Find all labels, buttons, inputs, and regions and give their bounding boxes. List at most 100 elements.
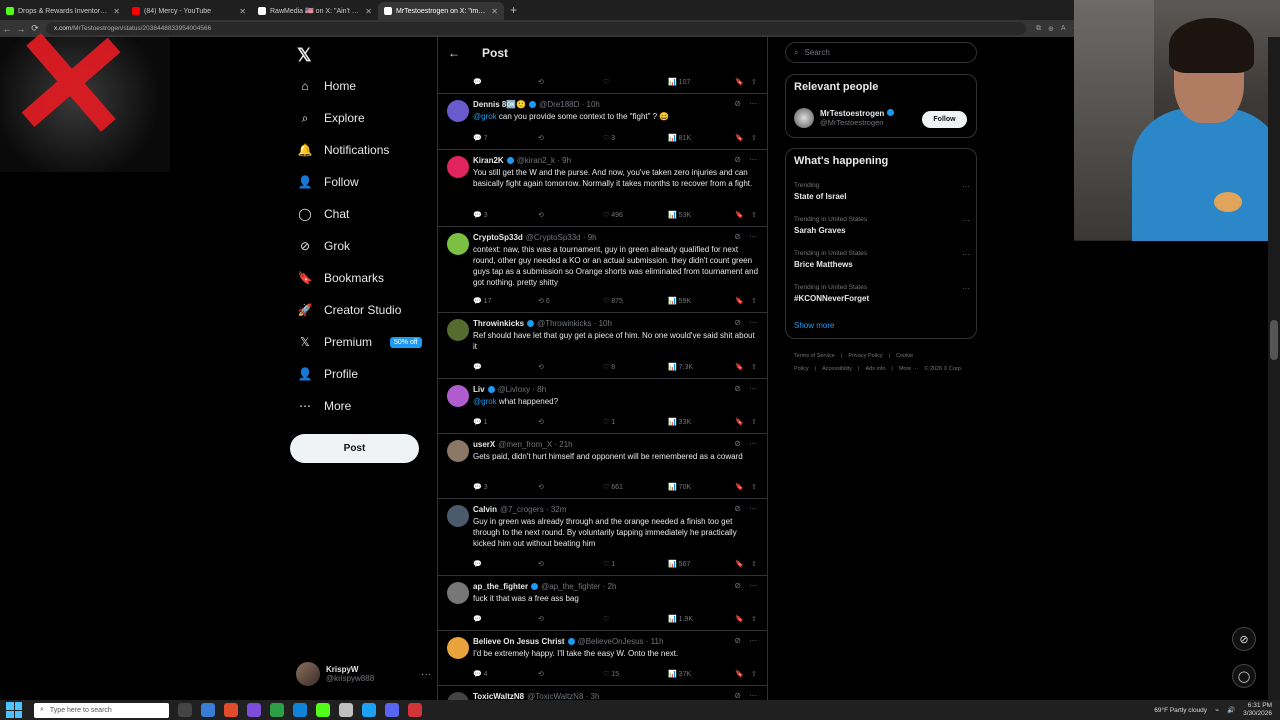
grok-icon[interactable]: ⊘ [734,439,741,448]
sidebar-item-profile[interactable]: 👤 Profile [298,363,358,385]
share-icon[interactable]: ⇧ [751,134,757,142]
repost-icon[interactable]: ⟲ [538,483,544,491]
tweet-author-name[interactable]: Dennis 8🆗🙂 [473,100,526,109]
share-icon[interactable]: ⇧ [751,483,757,491]
sidebar-item-grok[interactable]: ⊘ Grok [298,235,350,257]
sidebar-item-follow[interactable]: 👤 Follow [298,171,359,193]
repost-icon[interactable]: ⟲ [538,615,544,623]
grok-icon[interactable]: ⊘ [734,384,741,393]
avatar[interactable] [447,505,469,527]
repost-icon[interactable]: ⟲ [538,670,544,678]
reply-icon[interactable]: 💬 3 [473,483,488,491]
tweet-author-name[interactable]: userX [473,440,495,449]
taskbar-app-icon[interactable] [339,703,353,717]
views-icon[interactable]: 📊 59K [668,297,691,305]
tweet-reply[interactable]: Liv @Livloxy · 8h ⊘ ··· @grok what happened?… [438,379,767,434]
mention-link[interactable]: @grok [473,397,497,406]
tab-close-icon[interactable]: ✕ [491,7,498,16]
grok-icon[interactable]: ⊘ [734,155,741,164]
more-dots-icon[interactable]: ··· [962,250,970,259]
share-icon[interactable]: ⇧ [751,615,757,623]
more-dots-icon[interactable]: ··· [749,384,757,393]
footer-link[interactable]: Ads info [866,366,886,372]
avatar[interactable] [447,385,469,407]
browser-tab[interactable]: RawMedia 🇺🇸 on X: "Ain't no way ✕ [252,2,378,20]
clock[interactable]: 6:31 PM 3/30/2026 [1243,702,1272,718]
bookmark-icon[interactable]: 🔖 [735,483,744,491]
avatar[interactable] [447,233,469,255]
more-dots-icon[interactable]: ··· [749,99,757,108]
tweet-author-name[interactable]: CryptoSp33d [473,233,523,242]
install-icon[interactable]: ⧉ [1036,25,1041,33]
footer-link[interactable]: Accessibility [822,366,852,372]
avatar[interactable] [447,440,469,462]
repost-icon[interactable]: ⟲ [538,363,544,371]
browser-tab[interactable]: MrTestoestrogen on X: "imagine t✕ [378,2,504,20]
bookmark-icon[interactable]: 🔖 [735,560,744,568]
more-dots-icon[interactable]: ··· [749,318,757,327]
post-button[interactable]: Post [290,434,419,463]
repost-icon[interactable]: ⟲ [538,560,544,568]
more-dots-icon[interactable]: ··· [749,636,757,645]
like-icon[interactable]: ♡ 1 [603,560,615,568]
views-icon[interactable]: 📊 1.9K [668,615,693,623]
sidebar-item-notifications[interactable]: 🔔 Notifications [298,139,390,161]
taskbar-app-icon[interactable] [316,703,330,717]
like-icon[interactable]: ♡ 661 [603,483,623,491]
browser-tab[interactable]: (84) Mercy - YouTube ✕ [126,2,252,20]
grok-icon[interactable]: ⊘ [734,691,741,700]
bookmark-icon[interactable]: 🔖 [735,134,744,142]
weather-text[interactable]: 69°F Partly cloudy [1154,707,1207,714]
sidebar-item-chat[interactable]: ◯ Chat [298,203,349,225]
tweet-reply[interactable]: CryptoSp33d @CryptoSp33d · 9h ⊘ ··· context:… [438,227,767,313]
tweet-author-name[interactable]: Throwinkicks [473,319,524,328]
sidebar-item-bookmarks[interactable]: 🔖 Bookmarks [298,267,385,289]
views-icon[interactable]: 📊 37K [668,670,691,678]
page-scrollbar[interactable] [1268,37,1280,700]
scrollbar-thumb[interactable] [1270,320,1278,360]
like-icon[interactable]: ♡ 15 [603,670,619,678]
more-dots-icon[interactable]: ··· [421,669,431,680]
bookmark-icon[interactable]: 🔖 [735,211,744,219]
chat-float-icon[interactable]: ◯ [1232,664,1256,688]
sidebar-item-more[interactable]: ⋯ More [298,395,351,417]
more-dots-icon[interactable]: ··· [749,439,757,448]
grok-icon[interactable]: ⊘ [734,232,741,241]
mention-link[interactable]: @grok [473,112,497,121]
reply-icon[interactable]: 💬 3 [473,211,488,219]
like-icon[interactable]: ♡ 875 [603,297,623,305]
tweet-reply[interactable]: ap_the_fighter @ap_the_fighter · 2h ⊘ ··· fu… [438,576,767,631]
like-icon[interactable]: ♡ [603,615,609,623]
sidebar-item-creator-studio[interactable]: 🚀 Creator Studio [298,299,402,321]
trend-item[interactable]: Trending State of Israel ··· [794,182,970,201]
bookmark-icon[interactable]: 🔖 [735,363,744,371]
views-icon[interactable]: 📊 81K [668,134,691,142]
avatar[interactable] [447,319,469,341]
relevant-user[interactable]: MrTestoestrogen @MrTestoestrogen [794,108,894,128]
tweet-author-name[interactable]: Calvin [473,505,497,514]
share-icon[interactable]: ⇧ [751,78,757,86]
url-input[interactable]: x.com/MrTestoestrogen/status/20384488339… [46,22,1026,35]
tweet-reply[interactable]: Calvin @7_crogers · 32m ⊘ ··· Guy in green w… [438,499,767,576]
sidebar-item-premium[interactable]: 𝕏 Premium 50% off [298,331,422,353]
footer-link[interactable]: More ··· [899,366,919,372]
account-switcher[interactable]: KrispyW @krispyw888 ··· [296,661,431,687]
tweet-author-name[interactable]: Liv [473,385,485,394]
bookmark-icon[interactable]: 🔖 [735,615,744,623]
like-icon[interactable]: ♡ [603,78,609,86]
trend-item[interactable]: Trending in United States #KCONNeverForge… [794,284,970,303]
footer-link[interactable]: © 2026 X Corp. [924,366,962,372]
back-arrow-icon[interactable]: ← [448,46,460,60]
grok-icon[interactable]: ⊘ [734,581,741,590]
bookmark-icon[interactable]: 🔖 [735,418,744,426]
views-icon[interactable]: 📊 7.3K [668,363,693,371]
trend-item[interactable]: Trending in United States Sarah Graves ··· [794,216,970,235]
show-more-link[interactable]: Show more [794,321,834,330]
taskbar-app-icon[interactable] [385,703,399,717]
repost-icon[interactable]: ⟲ [538,418,544,426]
tweet-reply[interactable]: Throwinkicks @Throwinkicks · 10h ⊘ ··· Ref s… [438,313,767,379]
like-icon[interactable]: ♡ 1 [603,418,615,426]
tab-close-icon[interactable]: ✕ [239,7,246,16]
reply-icon[interactable]: 💬 [473,560,482,568]
repost-icon[interactable]: ⟲ [538,211,544,219]
